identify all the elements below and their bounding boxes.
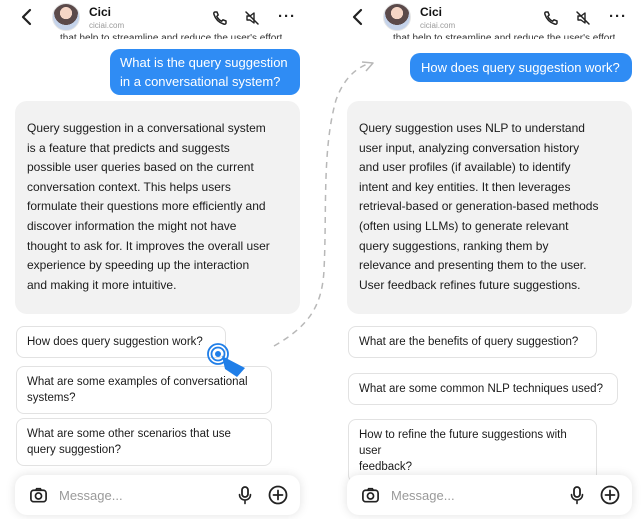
user-message-bubble: What is the query suggestion in a conver…	[110, 49, 300, 95]
suggestion-chip[interactable]: How does query suggestion work?	[16, 326, 226, 358]
chat-panel-right: Cici ciciai.com ··· that help to streaml…	[331, 0, 641, 519]
assistant-message-text: Query suggestion in a conversational sys…	[27, 121, 270, 292]
more-icon[interactable]: ···	[278, 8, 296, 25]
message-input[interactable]: Message...	[59, 488, 123, 503]
clipped-previous-message: that help to streamline and reduce the u…	[393, 33, 616, 39]
more-icon[interactable]: ···	[609, 8, 627, 25]
cursor-icon	[207, 343, 245, 377]
camera-icon[interactable]	[29, 486, 48, 505]
assistant-message-text: Query suggestion uses NLP to understand …	[359, 121, 599, 292]
assistant-message-bubble: Query suggestion uses NLP to understand …	[347, 101, 632, 314]
plus-icon[interactable]	[600, 485, 620, 505]
contact-name: Cici	[89, 5, 112, 19]
chat-panel-left: Cici ciciai.com ··· that help to streaml…	[0, 0, 310, 519]
message-input-bar: Message...	[347, 475, 632, 515]
message-input-bar: Message...	[15, 475, 300, 515]
suggestion-chip[interactable]: What are some other scenarios that use q…	[16, 418, 272, 466]
phone-icon[interactable]	[543, 10, 559, 26]
avatar[interactable]	[52, 3, 80, 31]
back-icon[interactable]	[20, 7, 34, 27]
plus-icon[interactable]	[268, 485, 288, 505]
contact-subtitle: ciciai.com	[420, 21, 456, 30]
camera-icon[interactable]	[361, 486, 380, 505]
clipped-previous-message: that help to streamline and reduce the u…	[60, 33, 283, 39]
mute-icon[interactable]	[575, 10, 591, 26]
avatar[interactable]	[383, 3, 411, 31]
assistant-message-bubble: Query suggestion in a conversational sys…	[15, 101, 300, 314]
comparison-stage: Cici ciciai.com ··· that help to streaml…	[0, 0, 641, 519]
mic-icon[interactable]	[237, 486, 253, 505]
mute-icon[interactable]	[244, 10, 260, 26]
phone-icon[interactable]	[212, 10, 228, 26]
suggestion-chip[interactable]: How to refine the future suggestions wit…	[348, 419, 597, 483]
suggestion-chip[interactable]: What are some common NLP techniques used…	[348, 373, 618, 405]
suggestion-chip[interactable]: What are the benefits of query suggestio…	[348, 326, 597, 358]
mic-icon[interactable]	[569, 486, 585, 505]
contact-subtitle: ciciai.com	[89, 21, 125, 30]
chat-header: Cici ciciai.com ···	[0, 0, 310, 34]
user-message-bubble: How does query suggestion work?	[410, 53, 632, 82]
contact-name: Cici	[420, 5, 443, 19]
chat-header: Cici ciciai.com ···	[331, 0, 641, 34]
back-icon[interactable]	[351, 7, 365, 27]
message-input[interactable]: Message...	[391, 488, 455, 503]
